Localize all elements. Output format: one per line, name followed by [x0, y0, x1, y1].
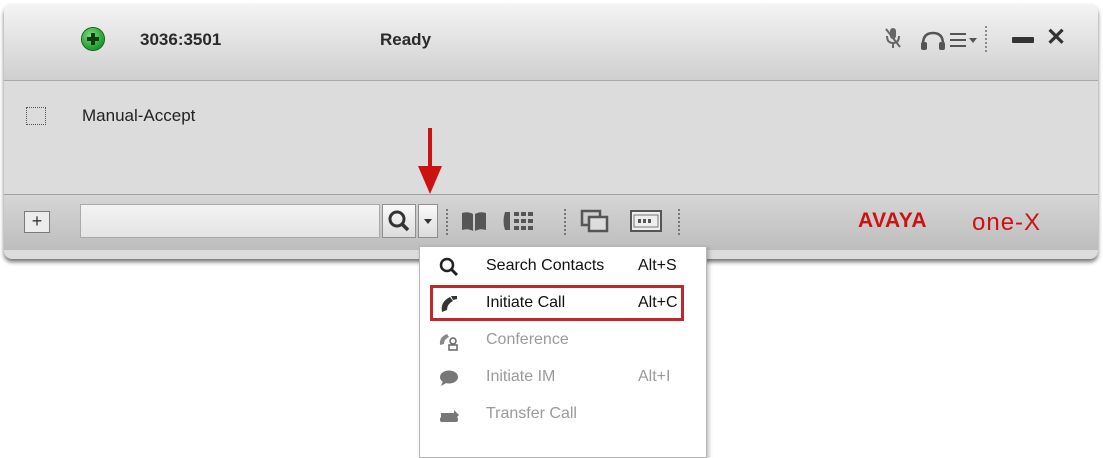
title-bar-separator: [985, 26, 987, 52]
toolbar-separator: [678, 209, 680, 235]
dialpad-icon[interactable]: [502, 209, 538, 233]
search-dropdown-button[interactable]: [418, 204, 438, 238]
search-icon: [439, 257, 459, 277]
minimize-icon[interactable]: [1012, 37, 1034, 43]
menu-item-search-contacts[interactable]: Search Contacts Alt+S: [420, 249, 706, 285]
search-dropdown-menu: Search Contacts Alt+S Initiate Call Alt+…: [419, 246, 707, 458]
menu-item-shortcut: Alt+S: [638, 257, 677, 274]
onex-window: 3036:3501 Ready ✕ Manual-Accept + AVAYA …: [4, 4, 1098, 259]
menu-item-conference[interactable]: Conference: [420, 323, 706, 359]
avaya-logo: AVAYA: [858, 209, 928, 232]
dial-search-input[interactable]: [80, 204, 380, 238]
title-bar: 3036:3501 Ready ✕: [4, 4, 1098, 81]
menu-item-label: Transfer Call: [486, 405, 577, 422]
extension-number: 3036:3501: [140, 30, 222, 49]
conference-icon: [439, 334, 458, 351]
menu-item-label: Conference: [486, 331, 569, 348]
menu-icon[interactable]: [950, 32, 978, 48]
menu-item-label: Initiate IM: [486, 368, 556, 385]
status-display-icon[interactable]: [630, 209, 662, 233]
line-appearance-area: Manual-Accept: [4, 81, 1098, 194]
headset-icon[interactable]: [920, 30, 946, 52]
expand-button[interactable]: +: [24, 211, 50, 233]
annotation-arrow-shaft: [428, 128, 432, 170]
highlight-initiate-call: [430, 285, 684, 321]
close-icon[interactable]: ✕: [1044, 26, 1068, 50]
menu-item-initiate-im[interactable]: Initiate IM Alt+I: [420, 360, 706, 396]
contacts-book-icon[interactable]: [460, 209, 488, 233]
manual-accept-label: Manual-Accept: [82, 106, 196, 125]
chat-bubble-icon: [440, 370, 458, 386]
mute-microphone-icon[interactable]: [884, 26, 902, 50]
menu-item-label: Search Contacts: [486, 257, 605, 274]
status-available-icon[interactable]: [82, 28, 104, 50]
agent-status[interactable]: Ready: [380, 30, 431, 50]
menu-item-shortcut: Alt+I: [638, 368, 671, 385]
annotation-arrow-icon: [418, 166, 442, 194]
transfer-icon: [440, 410, 459, 422]
toolbar-separator: [446, 209, 448, 235]
onex-logo: one-X: [972, 209, 1042, 236]
manual-accept-checkbox[interactable]: [26, 107, 46, 125]
search-button[interactable]: [382, 204, 416, 238]
toolbar-separator: [564, 209, 566, 235]
bottom-toolbar: + AVAYA one-X: [4, 194, 1098, 250]
menu-item-transfer-call[interactable]: Transfer Call: [420, 397, 706, 433]
search-icon: [388, 210, 410, 232]
windows-icon[interactable]: [580, 209, 610, 233]
